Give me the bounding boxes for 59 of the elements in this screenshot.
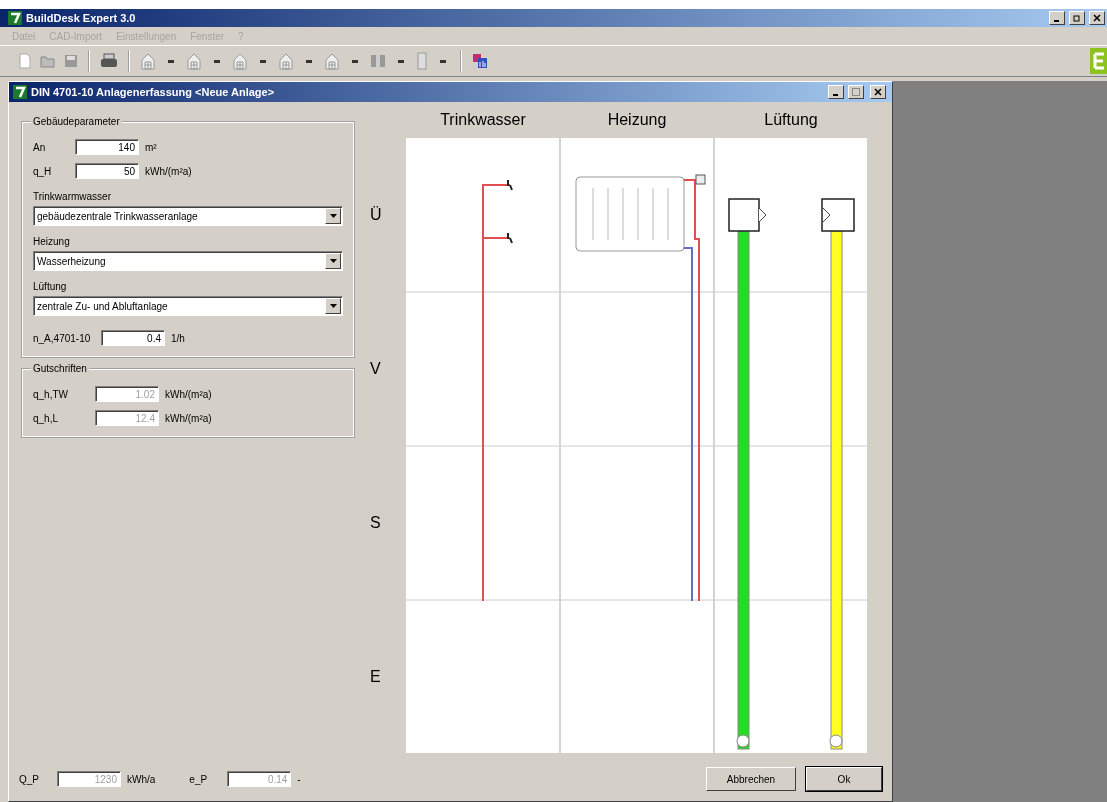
close-button[interactable] xyxy=(870,85,886,99)
select-label: Trinkwarmwasser xyxy=(33,191,112,202)
row-label: Ü xyxy=(370,206,382,224)
unit-label: - xyxy=(297,773,301,785)
row-label: V xyxy=(370,360,381,378)
input-field[interactable]: 50 xyxy=(75,163,139,179)
group-title: Gebäudeparameter xyxy=(31,116,122,127)
unit-label: kWh/(m²a) xyxy=(165,388,212,400)
select-label: Heizung xyxy=(33,236,71,247)
field-label: q_h,L xyxy=(33,412,60,424)
minimize-button[interactable] xyxy=(1049,11,1065,25)
field-label: q_H xyxy=(33,165,53,177)
valve-icon xyxy=(695,174,706,185)
dropdown-icon[interactable] xyxy=(440,59,446,63)
dropdown-icon[interactable] xyxy=(260,59,266,63)
close-icon xyxy=(1093,14,1101,22)
field-label: q_h,TW xyxy=(33,388,69,400)
e-logo-icon xyxy=(1090,48,1107,74)
row-label: E xyxy=(370,668,381,686)
dropdown-icon[interactable] xyxy=(398,59,404,63)
column-header: Trinkwasser xyxy=(440,111,526,129)
dropdown-icon[interactable] xyxy=(306,59,312,63)
dropdown-icon[interactable] xyxy=(214,59,220,63)
cancel-button[interactable]: Abbrechen xyxy=(706,767,796,791)
minimize-button[interactable] xyxy=(828,85,844,99)
print-icon[interactable] xyxy=(100,53,118,69)
select-label: Lüftung xyxy=(33,281,68,292)
dropdown-field[interactable]: Wasserheizung xyxy=(33,251,343,271)
dropdown-field[interactable]: gebäudezentrale Trinkwasseranlage xyxy=(33,206,343,226)
ok-button[interactable]: Ok xyxy=(806,767,882,791)
close-icon xyxy=(874,88,882,96)
input-field[interactable]: 140 xyxy=(75,139,139,155)
close-button[interactable] xyxy=(1089,11,1105,25)
maximize-button[interactable] xyxy=(848,85,864,99)
column-header: Lüftung xyxy=(764,111,818,129)
chart-icon[interactable] xyxy=(472,53,488,69)
field-label: Q_P xyxy=(19,773,40,785)
dropdown-icon[interactable] xyxy=(352,59,358,63)
dialog-title: DIN 4701-10 Anlagenerfassung <Neue Anlage> xyxy=(31,86,275,98)
app-logo-icon xyxy=(8,11,22,25)
unit-label: m² xyxy=(145,141,157,153)
field-label: n_A,4701-10 xyxy=(33,332,92,344)
dropdown-icon[interactable] xyxy=(168,59,174,63)
unit-label: kWh/a xyxy=(127,773,156,785)
maximize-icon xyxy=(852,88,860,96)
column-header: Heizung xyxy=(607,111,667,129)
restore-button[interactable] xyxy=(1069,11,1085,25)
app-title: BuildDesk Expert 3.0 xyxy=(26,12,136,24)
input-field[interactable]: 0.4 xyxy=(101,330,165,346)
restore-icon xyxy=(1073,14,1081,22)
app-logo-icon xyxy=(13,85,27,99)
group-title: Gutschriften xyxy=(31,363,89,374)
dropdown-field[interactable]: zentrale Zu- und Abluftanlage xyxy=(33,296,343,316)
field-label: e_P xyxy=(189,773,209,785)
unit-label: kWh/(m²a) xyxy=(165,412,212,424)
unit-label: kWh/(m²a) xyxy=(145,165,192,177)
field-label: An xyxy=(33,141,47,153)
row-label: S xyxy=(370,514,381,532)
unit-label: 1/h xyxy=(171,332,185,344)
